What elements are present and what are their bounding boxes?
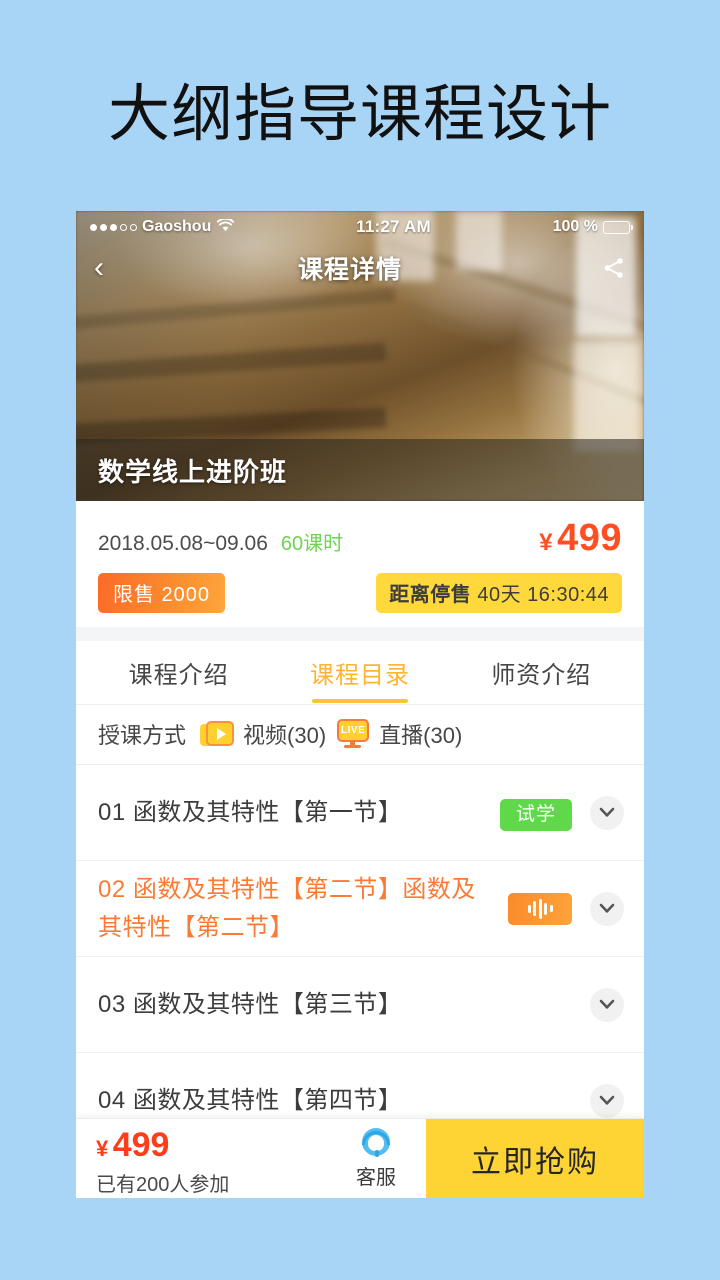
date-range: 2018.05.08~09.06 [98, 532, 268, 555]
method-video[interactable]: 视频(30) [200, 718, 326, 750]
status-bar-left: Gaoshou [90, 217, 235, 236]
method-video-label: 视频(30) [243, 723, 327, 748]
price-value: 499 [557, 517, 622, 559]
table-row[interactable]: 02 函数及其特性【第二节】函数及其特性【第二节】 [76, 861, 644, 957]
wifi-icon [217, 217, 235, 236]
hero-section: Gaoshou 11:27 AM 100 % ‹ 课程详情 数学线上进阶班 [76, 211, 644, 501]
hero-decor [574, 341, 640, 451]
chevron-down-icon[interactable] [590, 1083, 624, 1118]
tab-bar: 课程介绍 课程目录 师资介绍 [76, 641, 644, 705]
bottom-price: ¥ 499 已有200人参加 [76, 1119, 326, 1198]
tab-course-intro[interactable]: 课程介绍 [88, 655, 269, 704]
lesson-title: 03 函数及其特性【第三节】 [98, 990, 403, 1018]
countdown-badge: 距离停售 40天 16:30:44 [376, 573, 622, 613]
teaching-method-row: 授课方式 视频(30) LIVE 直播(30) [76, 705, 644, 765]
bottom-price-value: ¥ 499 [96, 1128, 326, 1162]
audio-waveform-icon [508, 892, 572, 925]
share-button[interactable] [596, 256, 626, 280]
carrier-name: Gaoshou [142, 218, 212, 235]
countdown-value: 40天 16:30:44 [477, 584, 609, 606]
customer-service-button[interactable]: 客服 [326, 1119, 426, 1198]
page-title: 大纲指导课程设计 [107, 80, 612, 149]
lesson-tag: 试学 [499, 799, 572, 831]
table-row[interactable]: 03 函数及其特性【第三节】 [76, 957, 644, 1053]
nav-title: 课程详情 [297, 256, 402, 284]
course-hours: 60课时 [280, 533, 344, 555]
live-badge-text: LIVE [341, 724, 366, 736]
customer-service-icon [359, 1127, 393, 1159]
share-icon [604, 258, 623, 278]
participants-count: 已有200人参加 [96, 1173, 230, 1196]
section-divider [76, 627, 644, 641]
lesson-title: 01 函数及其特性【第一节】 [98, 798, 403, 826]
back-button[interactable]: ‹ [94, 253, 104, 283]
phone-screen: Gaoshou 11:27 AM 100 % ‹ 课程详情 数学线上进阶班 20… [76, 211, 644, 1198]
course-meta: 2018.05.08~09.06 60课时 [98, 527, 343, 556]
lesson-title: 02 函数及其特性【第二节】函数及其特性【第二节】 [98, 876, 476, 941]
battery-percent: 100 % [552, 218, 598, 235]
method-live[interactable]: LIVE 直播(30) [336, 718, 462, 750]
tab-course-catalog[interactable]: 课程目录 [269, 655, 450, 704]
price-row: 2018.05.08~09.06 60课时 ¥ 499 [98, 517, 622, 560]
live-monitor-icon: LIVE [336, 719, 370, 749]
lesson-title: 04 函数及其特性【第四节】 [98, 1086, 403, 1114]
trial-badge: 试学 [499, 799, 572, 831]
currency-symbol: ¥ [539, 529, 553, 556]
status-bar: Gaoshou 11:27 AM 100 % [76, 211, 644, 243]
battery-full-icon [603, 220, 634, 234]
video-play-icon [200, 721, 235, 747]
course-price: ¥ 499 [539, 517, 622, 560]
countdown-label: 距离停售 [389, 584, 472, 606]
signal-dots-icon [90, 223, 137, 231]
badge-row: 限售 2000 距离停售 40天 16:30:44 [98, 573, 622, 613]
tab-teacher-intro[interactable]: 师资介绍 [451, 655, 632, 704]
status-bar-time: 11:27 AM [356, 217, 431, 236]
chevron-down-icon[interactable] [590, 795, 624, 830]
customer-service-label: 客服 [356, 1166, 396, 1189]
price-value: 499 [112, 1125, 170, 1164]
price-section: 2018.05.08~09.06 60课时 ¥ 499 限售 2000 距离停售… [76, 501, 644, 627]
chevron-down-icon[interactable] [590, 987, 624, 1022]
table-row[interactable]: 01 函数及其特性【第一节】 试学 [76, 765, 644, 861]
lesson-tag [508, 892, 572, 925]
lesson-list: 01 函数及其特性【第一节】 试学 02 函数及其特性【第二节】函数及其特性【第… [76, 765, 644, 1149]
buy-now-button[interactable]: 立即抢购 [426, 1119, 644, 1198]
limit-badge: 限售 2000 [98, 573, 226, 613]
status-bar-right: 100 % [552, 218, 634, 236]
method-live-label: 直播(30) [379, 723, 463, 748]
chevron-down-icon[interactable] [590, 891, 624, 926]
hero-caption: 数学线上进阶班 [76, 439, 644, 501]
bottom-action-bar: ¥ 499 已有200人参加 客服 立即抢购 [76, 1118, 644, 1198]
currency-symbol: ¥ [96, 1135, 109, 1161]
navigation-bar: ‹ 课程详情 [76, 243, 644, 293]
teaching-method-label: 授课方式 [98, 723, 187, 748]
